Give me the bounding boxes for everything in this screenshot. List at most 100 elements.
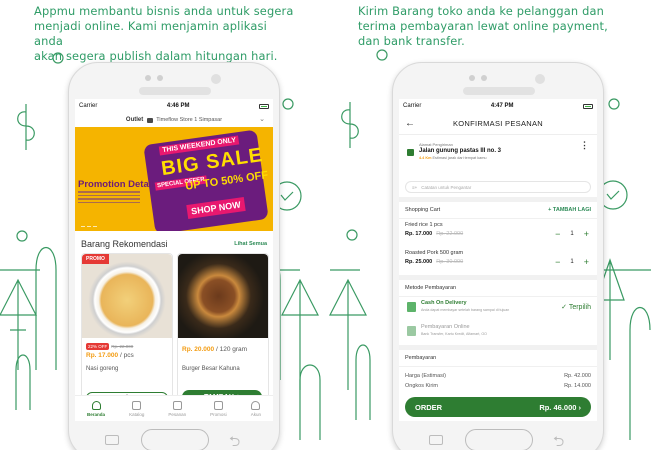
nav-bar: ← KONFIRMASI PESANAN bbox=[399, 113, 597, 135]
recents-icon bbox=[429, 435, 443, 445]
clock: 4:46 PM bbox=[166, 103, 190, 109]
tab-katalog[interactable]: Katalog bbox=[129, 400, 144, 417]
payment-name: Pembayaran Online bbox=[421, 324, 470, 330]
phone-frame-home: Carrier 4:46 PM Outlet Timeflow Store 1 … bbox=[68, 62, 280, 450]
bottom-tab-bar: Beranda Katalog Pesanan Promosi Akun bbox=[75, 395, 273, 421]
cart-item: Roasted Pork 500 gram Rp. 25.000 Rp. 30.0… bbox=[399, 247, 597, 275]
cart-title: Shopping Cart bbox=[405, 207, 441, 213]
distance-estimate: 4.4 Km Estimasi jarak dari tempat kamu bbox=[419, 156, 487, 160]
home-button bbox=[465, 429, 533, 450]
battery-icon bbox=[259, 103, 269, 109]
back-arrow-icon: ⮌ bbox=[229, 433, 241, 449]
sensor-dots bbox=[469, 75, 487, 81]
item-old-price: Rp. 30.000 bbox=[436, 259, 464, 265]
section-title: Barang Rekomendasi bbox=[81, 239, 168, 249]
product-image: PROMO bbox=[82, 254, 172, 338]
quantity-value: 1 bbox=[570, 231, 574, 237]
outlet-label: Outlet bbox=[125, 117, 144, 123]
more-options-icon[interactable]: ⋮ bbox=[580, 140, 589, 151]
item-name: Fried rice 1 pcs bbox=[405, 222, 443, 228]
cart-icon bbox=[172, 400, 182, 410]
note-icon: ≡+ bbox=[412, 184, 418, 190]
front-camera bbox=[211, 74, 221, 84]
payment-summary: Harga (Estimasi) Rp. 42.000 Ongkos Kirim R… bbox=[399, 367, 597, 391]
caption-right: Kirim Barang toko anda ke pelanggan dan … bbox=[358, 4, 608, 48]
recommendation-header: Barang Rekomendasi Lihat Semua bbox=[75, 231, 273, 253]
summary-row: Ongkos Kirim Rp. 14.000 bbox=[405, 383, 591, 389]
quantity-stepper: − 1 + bbox=[555, 229, 589, 239]
tab-akun[interactable]: Akun bbox=[251, 400, 261, 417]
chevron-down-icon: ⌄ bbox=[259, 116, 265, 123]
product-card[interactable]: Rp. 20.000 / 120 gram Burger Besar Kahun… bbox=[177, 253, 269, 409]
product-price: Rp. 17.000 / pcs bbox=[86, 352, 134, 359]
promo-banner[interactable]: THIS WEEKEND ONLY BIG SALE SPECIAL OFFER… bbox=[75, 127, 273, 231]
order-label: ORDER bbox=[415, 402, 443, 412]
sensor-dots bbox=[145, 75, 163, 81]
address-label: Alamat Pengiriman bbox=[419, 142, 453, 147]
product-name: Nasi goreng bbox=[86, 366, 119, 372]
quantity-value: 1 bbox=[570, 259, 574, 265]
home-icon bbox=[91, 400, 101, 410]
summary-title: Pembayaran bbox=[399, 350, 597, 367]
promo-badge: PROMO bbox=[82, 254, 109, 264]
store-icon bbox=[147, 117, 154, 123]
home-button bbox=[141, 429, 209, 450]
hardware-buttons: ⮌ bbox=[69, 427, 279, 450]
product-card[interactable]: PROMO 22% OFF Rp. 22.000 Rp. 17.000 / pcs… bbox=[81, 253, 173, 409]
payment-option-cod[interactable]: Cash On Delivery Anda dapat membayar set… bbox=[399, 297, 597, 321]
add-more-button[interactable]: + TAMBAH LAGI bbox=[548, 207, 591, 213]
carousel-dots bbox=[81, 225, 97, 227]
discount-badge: 22% OFF bbox=[86, 343, 110, 350]
product-image bbox=[178, 254, 268, 338]
caption-left: Appmu membantu bisnis anda untuk segera … bbox=[34, 4, 294, 63]
hardware-buttons: ⮌ bbox=[393, 427, 603, 450]
quantity-stepper: − 1 + bbox=[555, 257, 589, 267]
minus-icon[interactable]: − bbox=[555, 257, 560, 267]
card-icon bbox=[407, 326, 416, 336]
payment-option-online[interactable]: Pembayaran Online Bank Transfer, Kartu K… bbox=[399, 321, 597, 345]
clock: 4:47 PM bbox=[490, 103, 514, 109]
back-arrow-icon: ⮌ bbox=[553, 433, 565, 449]
plus-icon[interactable]: + bbox=[584, 229, 589, 239]
courier-note-input[interactable]: ≡+ Catatan untuk Pengantar bbox=[405, 181, 591, 193]
cash-icon bbox=[407, 302, 416, 312]
product-unit: / 120 gram bbox=[215, 346, 248, 353]
banner-description-lines bbox=[78, 191, 140, 205]
user-icon bbox=[251, 400, 261, 410]
outlet-selector[interactable]: Outlet Timeflow Store 1 Simpasar ⌄ bbox=[75, 113, 273, 127]
catalog-icon bbox=[132, 400, 142, 410]
item-old-price: Rp. 22.000 bbox=[436, 231, 464, 237]
tab-promosi[interactable]: Promosi bbox=[210, 400, 227, 417]
old-price: Rp. 22.000 bbox=[111, 344, 134, 349]
order-total: Rp. 46.000 › bbox=[539, 402, 581, 412]
see-all-link[interactable]: Lihat Semua bbox=[234, 241, 267, 247]
product-unit: / pcs bbox=[119, 352, 134, 359]
product-name: Burger Besar Kahuna bbox=[182, 366, 240, 372]
summary-row: Harga (Estimasi) Rp. 42.000 bbox=[405, 373, 591, 379]
status-bar: Carrier 4:46 PM bbox=[75, 99, 273, 113]
order-button[interactable]: ORDER Rp. 46.000 › bbox=[405, 397, 591, 417]
discount-info: 22% OFF Rp. 22.000 bbox=[86, 343, 134, 350]
outlet-store-name: Timeflow Store 1 Simpasar bbox=[156, 117, 223, 123]
battery-icon bbox=[583, 103, 593, 109]
item-name: Roasted Pork 500 gram bbox=[405, 250, 464, 256]
cart-header: Shopping Cart + TAMBAH LAGI bbox=[399, 202, 597, 219]
tab-pesanan[interactable]: Pesanan bbox=[168, 400, 186, 417]
product-price: Rp. 20.000 / 120 gram bbox=[182, 346, 248, 353]
shipping-address[interactable]: Alamat Pengiriman Jalan gunung pastas II… bbox=[405, 139, 591, 177]
speaker bbox=[139, 87, 211, 95]
carrier-label: Carrier bbox=[79, 103, 98, 109]
tab-beranda[interactable]: Beranda bbox=[87, 400, 105, 417]
selected-indicator: ✓ Terpilih bbox=[561, 304, 591, 311]
payment-method-title: Metode Pembayaran bbox=[399, 280, 597, 297]
carrier-label: Carrier bbox=[403, 103, 422, 109]
page-title: KONFIRMASI PESANAN bbox=[453, 119, 543, 128]
address-street: Jalan gunung pastas III no. 3 bbox=[419, 148, 502, 154]
minus-icon[interactable]: − bbox=[555, 229, 560, 239]
banner-title: Promotion Detail bbox=[78, 179, 155, 190]
status-bar: Carrier 4:47 PM bbox=[399, 99, 597, 113]
front-camera bbox=[535, 74, 545, 84]
plus-icon[interactable]: + bbox=[584, 257, 589, 267]
product-list: PROMO 22% OFF Rp. 22.000 Rp. 17.000 / pcs… bbox=[75, 253, 273, 409]
speaker bbox=[463, 87, 535, 95]
